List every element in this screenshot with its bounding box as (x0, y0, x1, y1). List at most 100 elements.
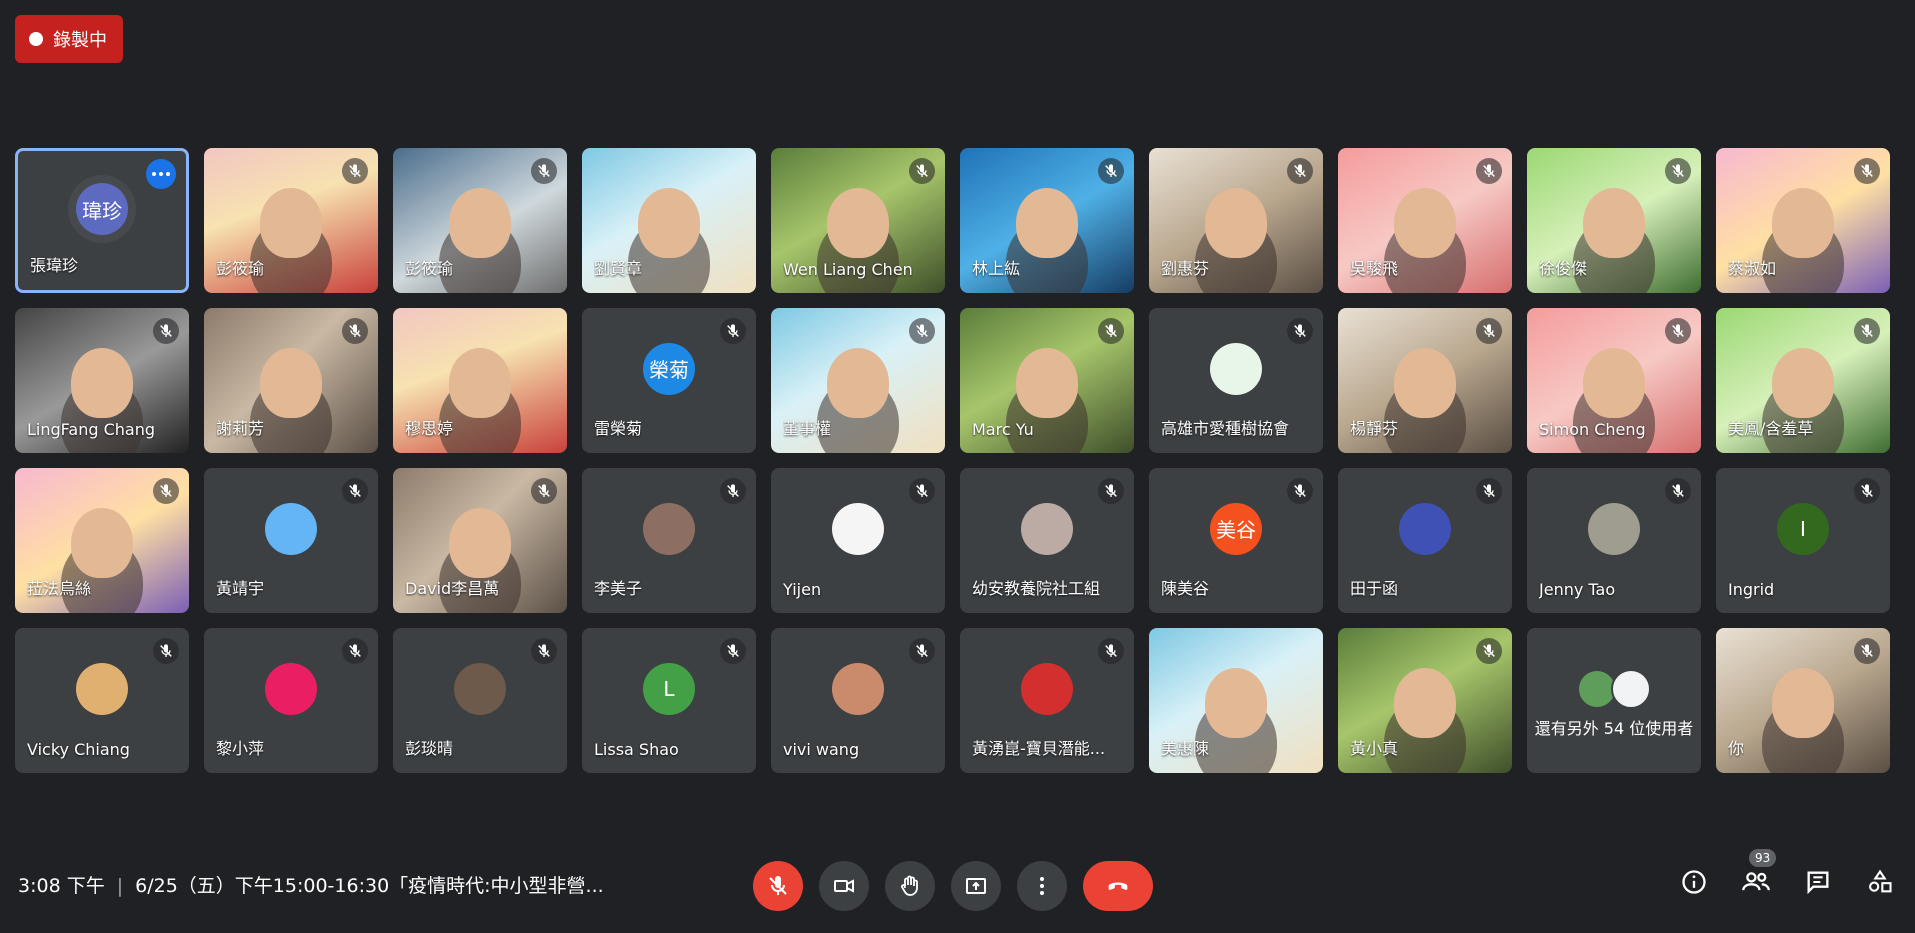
video-feed (71, 508, 133, 579)
avatar (265, 662, 317, 715)
participant-name: 劉賢章 (594, 259, 643, 278)
participant-tile[interactable]: 劉惠芬 (1149, 148, 1323, 293)
participant-tile[interactable]: 瑋珍 張瑋珍 (15, 148, 189, 293)
info-icon (1682, 870, 1706, 894)
avatar: 美谷 (1210, 502, 1262, 555)
participant-tile[interactable]: 董事權 (771, 308, 945, 453)
participant-tile[interactable]: 李美子 (582, 468, 756, 613)
video-feed (449, 188, 511, 259)
mic-off-icon (1098, 158, 1124, 184)
participant-tile[interactable]: 徐俊傑 (1527, 148, 1701, 293)
participant-tile[interactable]: 黎小萍 (204, 628, 378, 773)
participant-tile[interactable]: 還有另外 54 位使用者 (1527, 628, 1701, 773)
participant-name: 你 (1728, 739, 1745, 758)
avatar (1210, 342, 1262, 395)
participant-tile[interactable]: 菈法烏絲 (15, 468, 189, 613)
participant-grid: 瑋珍 張瑋珍彭筱瑜 彭筱瑜 劉賢章 Wen Liang Chen 林上紘 劉惠芬 吳駿飛 徐俊傑… (15, 148, 1890, 773)
participant-name: 菈法烏絲 (27, 579, 92, 598)
video-feed (1583, 188, 1645, 259)
participant-name: LingFang Chang (27, 420, 155, 439)
hang-up-icon (1108, 882, 1128, 890)
participant-tile[interactable]: 美惠陳 (1149, 628, 1323, 773)
participant-name: 田于函 (1350, 579, 1399, 598)
participant-name: 劉惠芬 (1161, 259, 1210, 278)
mic-off-icon (1287, 318, 1313, 344)
meeting-details-button[interactable] (1677, 865, 1711, 899)
mic-off-icon (531, 638, 557, 664)
participant-tile[interactable]: 黃小真 (1338, 628, 1512, 773)
participant-tile[interactable]: 謝莉芳 (204, 308, 378, 453)
participant-tile[interactable]: 美谷 陳美谷 (1149, 468, 1323, 613)
avatar (832, 502, 884, 555)
participant-tile[interactable]: 榮菊雷榮菊 (582, 308, 756, 453)
present-button[interactable] (951, 861, 1001, 911)
video-feed (638, 188, 700, 259)
participant-tile[interactable]: 穆思婷 (393, 308, 567, 453)
video-feed (1205, 668, 1267, 739)
participant-tile[interactable]: Vicky Chiang (15, 628, 189, 773)
participant-name: 張瑋珍 (30, 256, 79, 275)
tile-options-button[interactable] (146, 159, 176, 189)
chat-icon (1807, 871, 1829, 895)
activities-button[interactable] (1863, 865, 1897, 899)
leave-call-button[interactable] (1083, 861, 1153, 911)
mic-off-icon (909, 478, 935, 504)
participant-tile[interactable]: David李昌萬 (393, 468, 567, 613)
participant-tile[interactable]: 黃靖宇 (204, 468, 378, 613)
video-feed (1583, 348, 1645, 419)
camera-icon (834, 879, 854, 893)
participant-name: 雷榮菊 (594, 419, 643, 438)
people-button[interactable]: 93 (1739, 849, 1777, 899)
participant-name: 彭筱瑜 (405, 259, 454, 278)
participant-tile[interactable]: Marc Yu (960, 308, 1134, 453)
participant-tile[interactable]: 劉賢章 (582, 148, 756, 293)
participant-tile[interactable]: LingFang Chang (15, 308, 189, 453)
more-options-icon (1040, 877, 1044, 895)
mic-off-icon (531, 158, 557, 184)
participant-tile[interactable]: vivi wang (771, 628, 945, 773)
more-options-button[interactable] (1017, 861, 1067, 911)
raise-hand-button[interactable] (885, 861, 935, 911)
participant-tile[interactable]: 楊靜芬 (1338, 308, 1512, 453)
participant-tile[interactable]: 幼安教養院社工組 (960, 468, 1134, 613)
participant-name: Simon Cheng (1539, 420, 1646, 439)
participant-name: 彭筱瑜 (216, 259, 265, 278)
participant-name: Jenny Tao (1539, 580, 1616, 599)
participant-name: 楊靜芬 (1350, 419, 1399, 438)
participant-tile[interactable]: 田于函 (1338, 468, 1512, 613)
participant-tile[interactable]: Jenny Tao (1527, 468, 1701, 613)
avatar (1611, 668, 1651, 709)
chat-button[interactable] (1801, 865, 1835, 899)
participant-tile[interactable]: 美鳳/含羞草 (1716, 308, 1890, 453)
participant-name: 林上紘 (972, 259, 1021, 278)
participant-tile[interactable]: Simon Cheng (1527, 308, 1701, 453)
meeting-title[interactable]: 6/25（五）下午15:00-16:30「疫情時代:中小型非營... (135, 875, 604, 897)
participant-tile[interactable]: 林上紘 (960, 148, 1134, 293)
mic-off-icon (1476, 638, 1502, 664)
participant-tile[interactable]: Yijen (771, 468, 945, 613)
mic-off-icon (720, 478, 746, 504)
participant-tile[interactable]: L Lissa Shao (582, 628, 756, 773)
participant-tile[interactable]: 彭琰晴 (393, 628, 567, 773)
mic-off-icon (1476, 318, 1502, 344)
raise-hand-icon (901, 875, 918, 896)
mic-toggle-button[interactable] (753, 861, 803, 911)
participant-name: 黃小真 (1350, 739, 1399, 758)
participant-name: vivi wang (783, 740, 860, 759)
video-feed (1016, 348, 1078, 419)
participant-tile[interactable]: 高雄市愛種樹協會 (1149, 308, 1323, 453)
participant-tile[interactable]: 黃湧崑-寶貝潛能... (960, 628, 1134, 773)
avatar: 榮菊 (643, 342, 695, 395)
participant-tile[interactable]: Wen Liang Chen (771, 148, 945, 293)
participant-tile[interactable]: 你 (1716, 628, 1890, 773)
participant-tile[interactable]: 吳駿飛 (1338, 148, 1512, 293)
video-feed (827, 188, 889, 259)
participant-tile[interactable]: 彭筱瑜 (204, 148, 378, 293)
side-controls: 93 (1677, 849, 1897, 899)
participant-tile[interactable]: 彭筱瑜 (393, 148, 567, 293)
camera-toggle-button[interactable] (819, 861, 869, 911)
participant-tile[interactable]: I Ingrid (1716, 468, 1890, 613)
mic-off-icon (1287, 478, 1313, 504)
participant-name: 黎小萍 (216, 739, 265, 758)
participant-tile[interactable]: 蔡淑如 (1716, 148, 1890, 293)
